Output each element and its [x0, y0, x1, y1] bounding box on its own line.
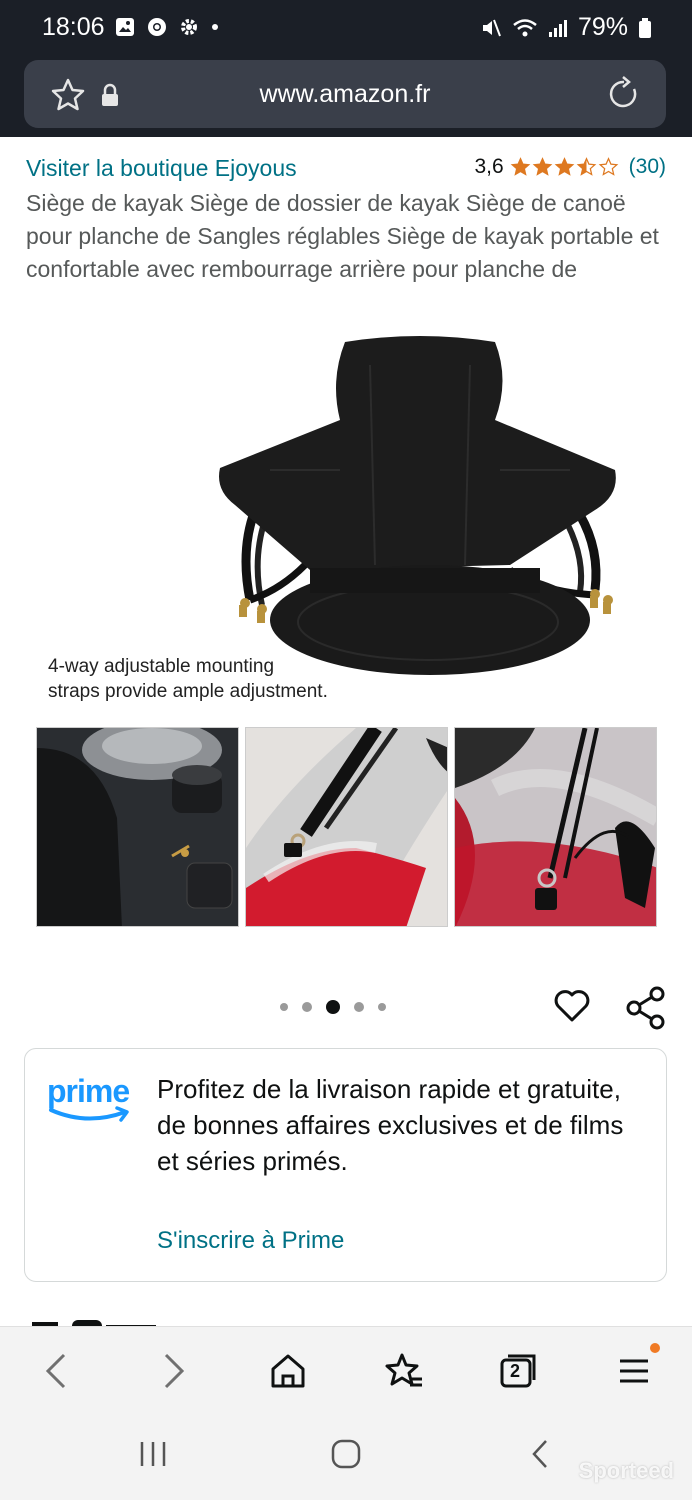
image-caption: 4-way adjustable mounting straps provide…	[48, 656, 328, 702]
star-full-icon	[554, 157, 574, 176]
gallery-icon	[116, 18, 134, 36]
carousel-dot[interactable]	[280, 1003, 288, 1011]
watermark: Sporteed	[578, 1458, 674, 1483]
product-main-image[interactable]	[40, 320, 660, 710]
prime-signup-link[interactable]: S'inscrire à Prime	[157, 1227, 344, 1255]
prime-promo-card: prime Profitez de la livraison rapide et…	[24, 1048, 667, 1282]
recent-apps-icon[interactable]	[138, 1438, 168, 1470]
product-rating[interactable]: 3,6 (30)	[474, 155, 666, 179]
rating-stars	[510, 157, 619, 177]
address-bar[interactable]: www.amazon.fr	[24, 60, 666, 128]
thumbnail-2[interactable]	[245, 727, 448, 927]
status-bar: 18:06 79%	[0, 0, 692, 56]
home-system-icon[interactable]	[330, 1438, 362, 1470]
rating-value: 3,6	[474, 155, 504, 178]
star-empty-icon	[598, 157, 618, 176]
chrome-icon	[148, 18, 166, 36]
home-icon[interactable]	[268, 1349, 308, 1393]
reload-icon[interactable]	[606, 75, 642, 113]
battery-level: 79%	[577, 13, 628, 41]
share-icon[interactable]	[624, 986, 668, 1030]
carousel-dot-active[interactable]	[326, 1000, 340, 1014]
back-system-icon[interactable]	[528, 1438, 552, 1470]
notification-dot-icon	[212, 24, 218, 30]
menu-icon[interactable]	[616, 1349, 652, 1393]
star-full-icon	[510, 157, 530, 176]
star-half-icon	[576, 157, 596, 176]
thumbnail-3[interactable]	[454, 727, 657, 927]
carousel-dot[interactable]	[354, 1002, 364, 1012]
mute-icon	[482, 19, 501, 36]
wishlist-heart-icon[interactable]	[552, 986, 592, 1026]
status-time: 18:06	[42, 13, 105, 41]
browser-toolbar: www.amazon.fr	[0, 56, 692, 137]
star-full-icon	[532, 157, 552, 176]
menu-notification-dot	[650, 1343, 660, 1353]
settings-icon	[181, 19, 197, 35]
back-arrow-icon[interactable]	[42, 1349, 70, 1393]
tabs-count: 2	[510, 1361, 521, 1381]
product-title: Siège de kayak Siège de dossier de kayak…	[26, 190, 659, 282]
battery-icon	[639, 17, 651, 38]
thumbnail-1[interactable]	[36, 727, 239, 927]
carousel-dot[interactable]	[302, 1002, 312, 1012]
prime-description: Profitez de la livraison rapide et gratu…	[157, 1074, 624, 1176]
prime-smile-icon	[49, 1106, 129, 1122]
rating-count[interactable]: (30)	[629, 155, 666, 179]
carousel-indicator[interactable]	[280, 1000, 386, 1014]
store-link[interactable]: Visiter la boutique Ejoyous	[26, 155, 297, 182]
carousel-dot[interactable]	[378, 1003, 386, 1011]
url-text[interactable]: www.amazon.fr	[24, 80, 666, 109]
prime-logo: prime	[47, 1073, 137, 1126]
browser-bottom-bar: 2	[0, 1326, 692, 1416]
bookmarks-star-icon[interactable]	[384, 1349, 424, 1393]
wifi-icon	[513, 18, 537, 36]
tabs-button[interactable]: 2	[498, 1349, 538, 1393]
signal-icon	[548, 19, 567, 37]
forward-arrow-icon[interactable]	[160, 1349, 188, 1393]
image-thumbnails	[36, 727, 657, 927]
